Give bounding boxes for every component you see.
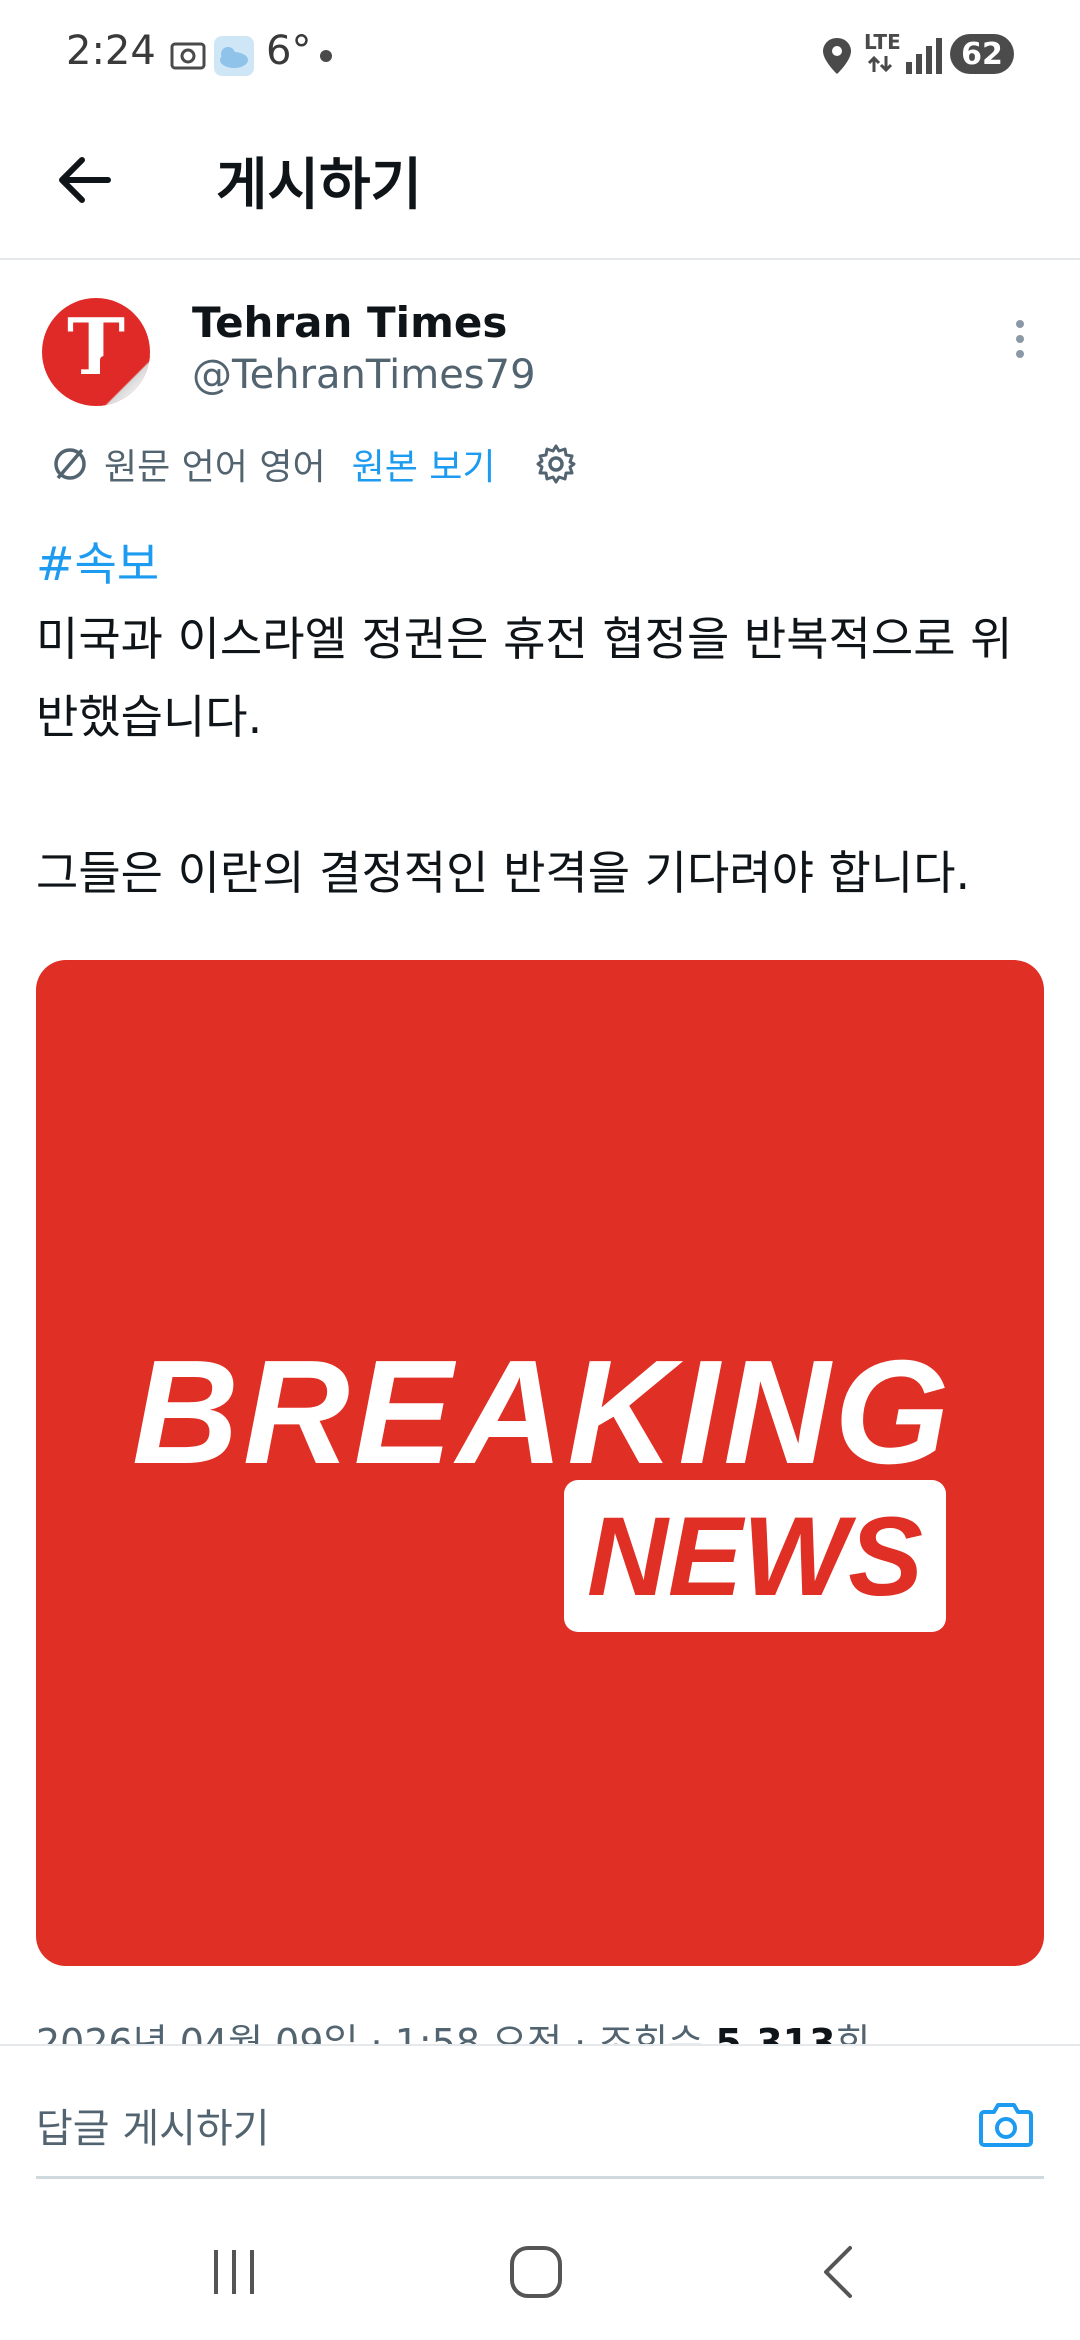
news-text: NEWS xyxy=(587,1494,923,1619)
recent-apps-icon[interactable] xyxy=(210,2248,260,2296)
screenshot-icon xyxy=(170,42,206,70)
network-type-label: LTE xyxy=(864,30,901,54)
status-temperature: 6° xyxy=(266,28,312,74)
notification-dot xyxy=(320,50,332,62)
post-body: 미국과 이스라엘 정권은 휴전 협정을 반복적으로 위반했습니다. 그들은 이란… xyxy=(36,600,1046,912)
signal-icon xyxy=(906,38,942,74)
avatar-page-curl xyxy=(100,356,150,406)
camera-icon[interactable] xyxy=(976,2094,1036,2154)
battery-indicator: 62 xyxy=(950,34,1014,74)
breaking-text: BREAKING xyxy=(132,1330,954,1495)
translate-icon xyxy=(54,448,86,480)
status-time: 2:24 xyxy=(66,28,156,74)
home-icon[interactable] xyxy=(508,2244,564,2300)
show-original-link[interactable]: 원본 보기 xyxy=(352,438,496,490)
reply-bar: 답글 게시하기 xyxy=(0,2044,1080,2180)
back-arrow-icon[interactable] xyxy=(50,144,122,216)
status-bar: 2:24 6° LTE 62 xyxy=(0,0,1080,110)
hashtag-link[interactable]: #속보 xyxy=(36,528,159,594)
location-icon xyxy=(823,38,851,74)
gear-icon[interactable] xyxy=(534,442,578,486)
author-handle[interactable]: @TehranTimes79 xyxy=(192,352,536,398)
app-header: 게시하기 xyxy=(0,110,1080,260)
news-label-box: NEWS xyxy=(564,1480,946,1632)
author-name[interactable]: Tehran Times xyxy=(192,298,507,347)
reply-divider xyxy=(36,2176,1044,2179)
avatar[interactable]: T xyxy=(42,298,150,406)
reply-input[interactable]: 답글 게시하기 xyxy=(36,2096,270,2154)
system-nav-bar xyxy=(0,2212,1080,2340)
post-image[interactable]: BREAKING NEWS xyxy=(36,960,1044,1966)
more-options-icon[interactable] xyxy=(1000,320,1040,370)
post-paragraph-1: 미국과 이스라엘 정권은 휴전 협정을 반복적으로 위반했습니다. xyxy=(36,612,1013,744)
weather-icon xyxy=(214,36,254,76)
nav-back-icon[interactable] xyxy=(818,2244,858,2300)
post-paragraph-2: 그들은 이란의 결정적인 반격을 기다려야 합니다. xyxy=(36,846,971,900)
translation-row: 원문 언어 영어 원본 보기 xyxy=(48,434,578,494)
source-language-label: 원문 언어 영어 xyxy=(104,447,326,488)
page-title: 게시하기 xyxy=(216,153,423,218)
data-arrows-icon xyxy=(867,55,893,73)
